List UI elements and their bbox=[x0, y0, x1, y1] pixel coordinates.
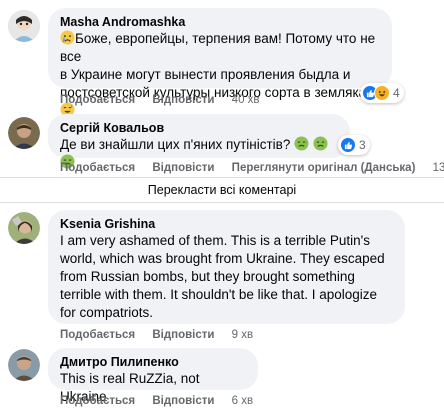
comment-bubble: Сергій Ковальов Де ви знайшли цих п'яних… bbox=[48, 114, 350, 169]
timestamp[interactable]: 40 хв bbox=[232, 94, 260, 106]
reactions-summary[interactable]: 3 bbox=[338, 135, 370, 155]
divider bbox=[0, 177, 444, 178]
avatar[interactable] bbox=[8, 349, 40, 381]
comment-text: Боже, европейцы, терпения вам! Потому чт… bbox=[60, 30, 380, 120]
reaction-count: 4 bbox=[393, 86, 400, 100]
comment-bubble: Ksenia Grishina I am very ashamed of the… bbox=[48, 210, 405, 324]
comment-line: I am very ashamed of them. This is a ter… bbox=[60, 233, 370, 248]
comment-actions: Подобається Відповісти 6 хв bbox=[60, 395, 267, 407]
comment-actions: Подобається Відповісти 40 хв bbox=[60, 94, 274, 106]
timestamp[interactable]: 13 хв bbox=[433, 162, 444, 174]
comment-text: I am very ashamed of them. This is a ter… bbox=[60, 232, 393, 322]
comment-bubble: Дмитро Пилипенко This is real RuZZia, no… bbox=[48, 348, 258, 404]
comment-line: from Russian bombs, but they brought som… bbox=[60, 269, 355, 284]
avatar[interactable] bbox=[8, 212, 40, 244]
like-icon bbox=[340, 137, 356, 153]
see-original-button[interactable]: Переглянути оригінал (Данська) bbox=[232, 162, 416, 174]
comment-line: в Украине могут вынести проявления быдла… bbox=[60, 67, 351, 82]
reply-button[interactable]: Відповісти bbox=[152, 94, 214, 106]
nauseated-face-icon bbox=[313, 136, 328, 151]
translate-all-button[interactable]: Перекласти всі коментарі bbox=[0, 183, 444, 197]
crying-face-icon bbox=[60, 30, 75, 45]
reply-button[interactable]: Відповісти bbox=[152, 329, 214, 341]
comment-line: Де ви знайшли цих п'яних путіністів? bbox=[60, 137, 291, 152]
comment-line: terrible with them. It shouldn't be like… bbox=[60, 287, 377, 302]
comment-author[interactable]: Сергій Ковальов bbox=[60, 120, 338, 136]
comment-author[interactable]: Masha Andromashka bbox=[60, 14, 380, 30]
timestamp[interactable]: 6 хв bbox=[232, 395, 253, 407]
comment-actions: Подобається Відповісти Переглянути оригі… bbox=[60, 162, 444, 174]
nauseated-face-icon bbox=[294, 136, 309, 151]
avatar[interactable] bbox=[8, 10, 40, 42]
reaction-count: 3 bbox=[359, 138, 366, 152]
comment-author[interactable]: Дмитро Пилипенко bbox=[60, 354, 246, 370]
like-button[interactable]: Подобається bbox=[60, 329, 135, 341]
reply-button[interactable]: Відповісти bbox=[152, 395, 214, 407]
divider bbox=[0, 202, 444, 203]
reactions-summary[interactable]: 4 bbox=[360, 83, 404, 103]
comment-line: Боже, европейцы, терпения вам! Потому чт… bbox=[60, 31, 376, 64]
comment-line: for compatriots. bbox=[60, 305, 154, 320]
timestamp[interactable]: 9 хв bbox=[232, 329, 253, 341]
comment-author[interactable]: Ksenia Grishina bbox=[60, 216, 393, 232]
comment-actions: Подобається Відповісти 9 хв bbox=[60, 329, 267, 341]
comment-line: world, which was brought from Ukraine. T… bbox=[60, 251, 385, 266]
like-button[interactable]: Подобається bbox=[60, 162, 135, 174]
like-button[interactable]: Подобається bbox=[60, 94, 135, 106]
like-button[interactable]: Подобається bbox=[60, 395, 135, 407]
reply-button[interactable]: Відповісти bbox=[152, 162, 214, 174]
comment-bubble: Masha Andromashka Боже, европейцы, терпе… bbox=[48, 8, 392, 117]
avatar[interactable] bbox=[8, 117, 40, 149]
haha-icon bbox=[374, 85, 390, 101]
